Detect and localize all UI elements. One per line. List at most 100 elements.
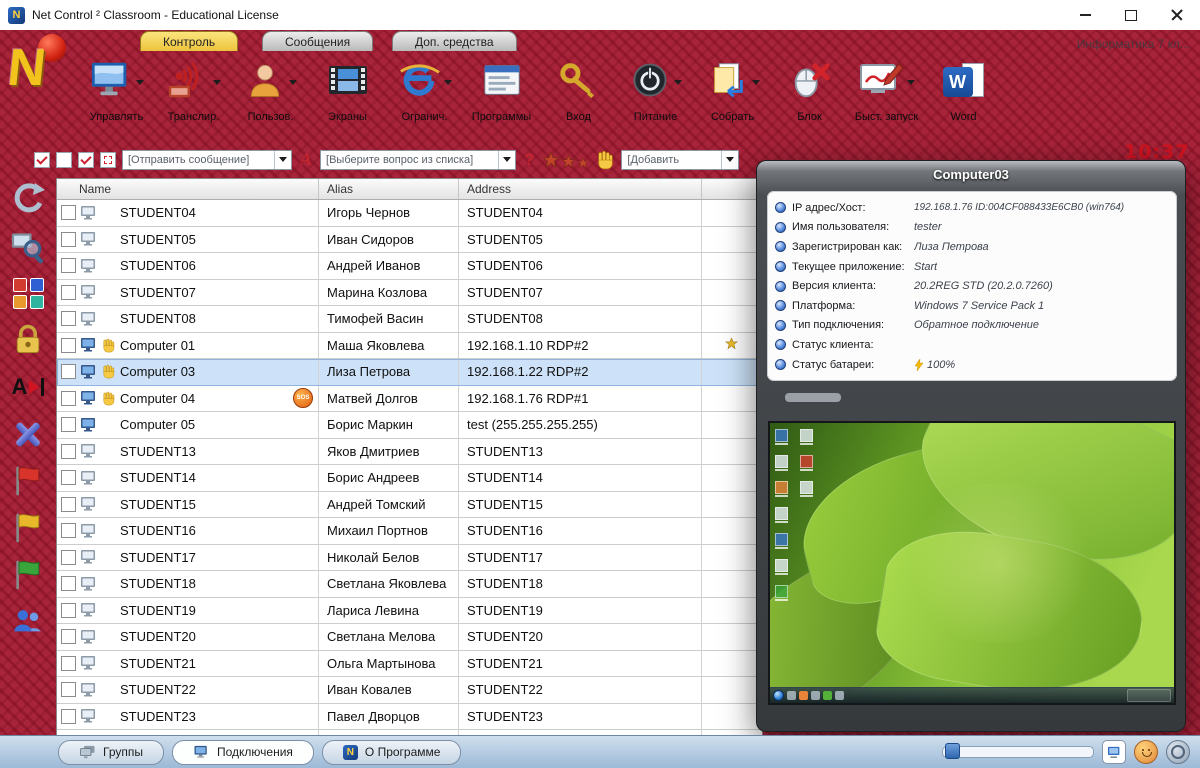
column-header-alias[interactable]: Alias — [319, 179, 459, 199]
minimize-button[interactable] — [1062, 0, 1108, 30]
table-row[interactable]: Computer 04 SOS Матвей Долгов 192.168.1.… — [57, 386, 762, 413]
row-checkbox[interactable] — [61, 205, 76, 220]
column-header-name[interactable]: Name — [57, 179, 319, 199]
row-checkbox[interactable] — [61, 656, 76, 671]
tab-control[interactable]: Контроль — [140, 31, 238, 51]
table-row[interactable]: STUDENT08 SOS Тимофей Васин STUDENT08 — [57, 306, 762, 333]
table-row[interactable]: STUDENT16 SOS Михаил Портнов STUDENT16 — [57, 518, 762, 545]
send-message-dropdown[interactable]: [Отправить сообщение] — [122, 150, 292, 170]
row-checkbox[interactable] — [61, 576, 76, 591]
green-flag-button[interactable] — [7, 556, 49, 594]
check-group-icon[interactable] — [78, 152, 94, 168]
raised-hand-button[interactable] — [595, 150, 615, 170]
disconnect-button[interactable] — [7, 415, 49, 453]
screen-view-button[interactable] — [1102, 740, 1126, 764]
row-checkbox[interactable] — [61, 364, 76, 379]
desktop-thumbnail[interactable] — [768, 421, 1176, 705]
invert-check-icon[interactable] — [100, 152, 116, 168]
table-row[interactable]: STUDENT07 SOS Марина Козлова STUDENT07 — [57, 280, 762, 307]
tab-messages[interactable]: Сообщения — [262, 31, 373, 51]
table-row[interactable]: STUDENT23 SOS Павел Дворцов STUDENT23 — [57, 704, 762, 731]
toolbar-item-quick-launch[interactable]: Быст. запуск — [848, 55, 925, 123]
refresh-button[interactable] — [7, 180, 49, 218]
table-row[interactable]: STUDENT13 SOS Яков Дмитриев STUDENT13 — [57, 439, 762, 466]
toolbar-item-block[interactable]: Блок — [771, 55, 848, 123]
tab-groups[interactable]: Группы — [58, 740, 164, 765]
row-checkbox[interactable] — [61, 709, 76, 724]
toolbar-item-restrict[interactable]: Огранич. — [386, 55, 463, 123]
table-row[interactable]: STUDENT15 SOS Андрей Томский STUDENT15 — [57, 492, 762, 519]
table-row[interactable]: Computer 03 SOS Лиза Петрова 192.168.1.2… — [57, 359, 762, 386]
table-row[interactable]: STUDENT22 SOS Иван Ковалев STUDENT22 — [57, 677, 762, 704]
row-checkbox[interactable] — [61, 417, 76, 432]
toolbar-item-word[interactable]: W Word — [925, 55, 1002, 123]
maximize-button[interactable] — [1108, 0, 1154, 30]
rename-button[interactable]: A — [7, 368, 49, 406]
table-row[interactable]: STUDENT17 SOS Николай Белов STUDENT17 — [57, 545, 762, 572]
row-checkbox[interactable] — [61, 444, 76, 459]
row-checkbox[interactable] — [61, 629, 76, 644]
find-computer-button[interactable] — [7, 227, 49, 265]
table-row[interactable]: Computer 05 SOS Борис Маркин test (255.2… — [57, 412, 762, 439]
table-row[interactable]: STUDENT20 SOS Светлана Мелова STUDENT20 — [57, 624, 762, 651]
star-icon[interactable] — [577, 157, 589, 169]
gray-round-button[interactable] — [1166, 740, 1190, 764]
column-header-address[interactable]: Address — [459, 179, 702, 199]
lock-button[interactable] — [7, 321, 49, 359]
row-checkbox[interactable] — [61, 523, 76, 538]
table-row[interactable]: Computer 01 SOS Маша Яковлева 192.168.1.… — [57, 333, 762, 360]
add-question-dropdown[interactable]: [Добавить — [621, 150, 739, 170]
toolbar-item-manage[interactable]: Управлять — [78, 55, 155, 123]
toolbar-item-screens[interactable]: Экраны — [309, 55, 386, 123]
smiley-face-button[interactable] — [1134, 740, 1158, 764]
row-checkbox[interactable] — [61, 603, 76, 618]
table-row[interactable]: STUDENT18 SOS Светлана Яковлева STUDENT1… — [57, 571, 762, 598]
row-checkbox[interactable] — [61, 338, 76, 353]
font-style-button[interactable]: A — [298, 149, 314, 170]
toolbar-item-broadcast[interactable]: Транслир. — [155, 55, 232, 123]
star-icon[interactable] — [542, 151, 560, 169]
toolbar-item-login[interactable]: Вход — [540, 55, 617, 123]
row-checkbox[interactable] — [61, 470, 76, 485]
dropdown-arrow-icon[interactable] — [907, 80, 915, 85]
dropdown-arrow-icon[interactable] — [274, 151, 291, 169]
close-button[interactable] — [1154, 0, 1200, 30]
dropdown-arrow-icon[interactable] — [444, 80, 452, 85]
table-row[interactable]: STUDENT21 SOS Ольга Мартынова STUDENT21 — [57, 651, 762, 678]
users-group-button[interactable] — [7, 603, 49, 641]
thumbnails-view-button[interactable] — [7, 274, 49, 312]
tab-connections[interactable]: Подключения — [172, 740, 314, 765]
panel-resize-handle[interactable] — [785, 393, 841, 402]
toolbar-item-programs[interactable]: Программы — [463, 55, 540, 123]
toolbar-item-collect[interactable]: Собрать — [694, 55, 771, 123]
dropdown-arrow-icon[interactable] — [136, 80, 144, 85]
dropdown-arrow-icon[interactable] — [213, 80, 221, 85]
zoom-slider[interactable] — [942, 746, 1094, 758]
table-row[interactable]: STUDENT14 SOS Борис Андреев STUDENT14 — [57, 465, 762, 492]
row-checkbox[interactable] — [61, 258, 76, 273]
table-row[interactable]: STUDENT04 SOS Игорь Чернов STUDENT04 — [57, 200, 762, 227]
table-row[interactable]: STUDENT06 SOS Андрей Иванов STUDENT06 — [57, 253, 762, 280]
dropdown-arrow-icon[interactable] — [721, 151, 738, 169]
row-checkbox[interactable] — [61, 391, 76, 406]
dropdown-arrow-icon[interactable] — [289, 80, 297, 85]
star-icon[interactable] — [561, 154, 576, 169]
dropdown-arrow-icon[interactable] — [752, 80, 760, 85]
row-checkbox[interactable] — [61, 285, 76, 300]
yellow-flag-button[interactable] — [7, 509, 49, 547]
row-checkbox[interactable] — [61, 311, 76, 326]
row-checkbox[interactable] — [61, 550, 76, 565]
uncheck-all-icon[interactable] — [56, 152, 72, 168]
question-list-dropdown[interactable]: [Выберите вопрос из списка] — [320, 150, 516, 170]
row-checkbox[interactable] — [61, 232, 76, 247]
help-question-button[interactable]: ? — [522, 150, 536, 170]
tab-extra-tools[interactable]: Доп. средства — [392, 31, 517, 51]
table-row[interactable]: STUDENT05 SOS Иван Сидоров STUDENT05 — [57, 227, 762, 254]
tab-about[interactable]: N О Программе — [322, 740, 462, 765]
zoom-slider-handle[interactable] — [945, 743, 960, 759]
table-row[interactable]: STUDENT19 SOS Лариса Левина STUDENT19 — [57, 598, 762, 625]
toolbar-item-users[interactable]: Пользов. — [232, 55, 309, 123]
dropdown-arrow-icon[interactable] — [498, 151, 515, 169]
red-flag-button[interactable] — [7, 462, 49, 500]
row-checkbox[interactable] — [61, 497, 76, 512]
